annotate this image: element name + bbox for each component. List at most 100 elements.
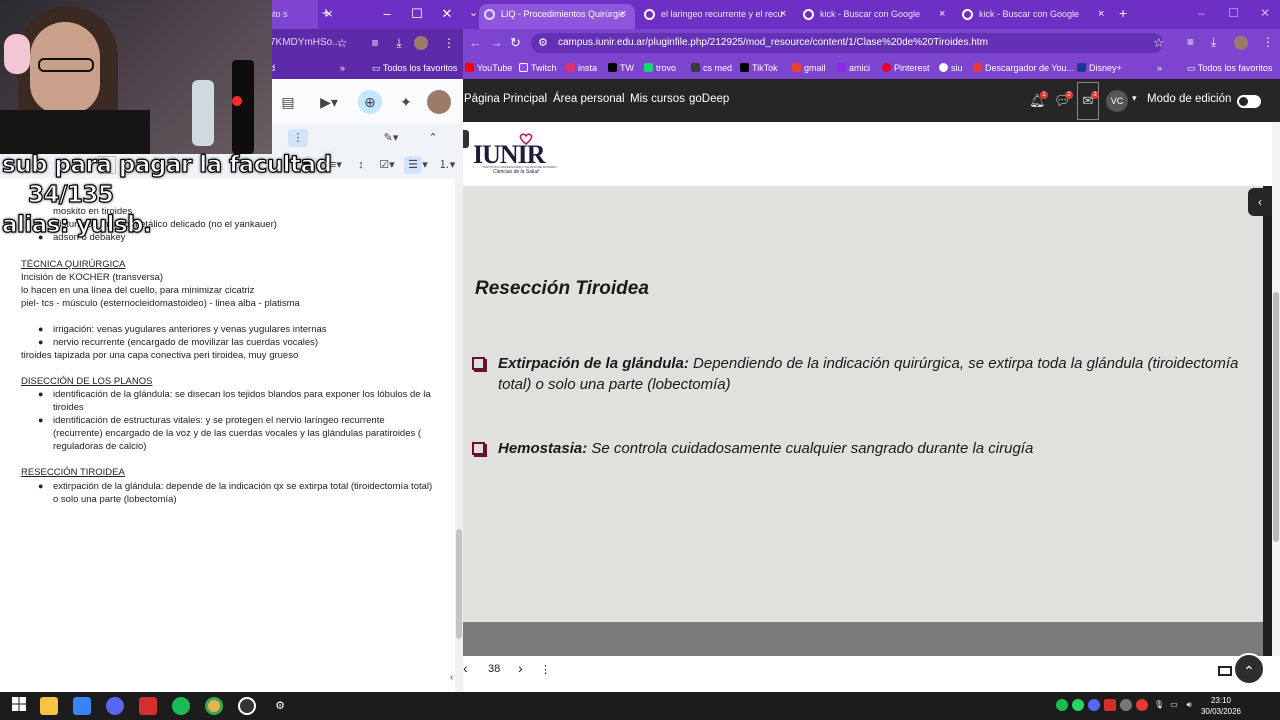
close-window-icon[interactable]: ✕ [432, 0, 462, 29]
obs-icon[interactable] [238, 697, 256, 715]
bookmark-insta[interactable]: insta [566, 60, 597, 76]
site-info-icon[interactable]: ⚙ [538, 36, 548, 49]
new-tab-icon[interactable]: + [311, 0, 341, 29]
tray-discord-icon[interactable] [1088, 699, 1100, 711]
numbered-list-icon[interactable]: ⒈▾ [434, 156, 460, 174]
url-text[interactable]: campus.iunir.edu.ar/pluginfile.php/21292… [558, 34, 988, 52]
tab-close-icon[interactable]: × [1098, 4, 1104, 25]
bookmark-tiktok[interactable]: TikTok [740, 60, 778, 76]
bookmark-twitch[interactable]: Twitch [519, 60, 557, 76]
prev-page-icon[interactable]: ‹ [463, 660, 468, 676]
bookmarks-chevron-icon[interactable]: » [1157, 60, 1162, 76]
bookmark-pinterest[interactable]: Pinterest [882, 60, 930, 76]
discord-icon[interactable] [106, 697, 124, 715]
nav-courses-link[interactable]: Mis cursos [630, 93, 685, 105]
fullscreen-icon[interactable] [1218, 666, 1232, 676]
windows-start-icon[interactable] [10, 697, 28, 715]
account-avatar[interactable] [427, 90, 451, 114]
tab-close-icon[interactable]: × [620, 4, 626, 25]
bookmark-amici[interactable]: amici [837, 60, 870, 76]
page-scrollbar[interactable] [1272, 122, 1280, 656]
bookmark-downloader[interactable]: Descargador de You... [973, 60, 1074, 76]
bookmark-disney[interactable]: Disney+ [1077, 60, 1122, 76]
minimize-icon[interactable]: – [1198, 6, 1205, 20]
file-explorer-icon[interactable] [40, 697, 58, 715]
tab[interactable]: kick - Buscar con Google × [957, 4, 1113, 29]
comments-icon[interactable]: ▤ [276, 90, 300, 114]
more-options-icon[interactable]: ⋮ [288, 129, 308, 147]
next-page-icon[interactable]: › [518, 660, 523, 676]
chrome-icon[interactable] [205, 697, 223, 715]
bookmark-tw[interactable]: TW [608, 60, 634, 76]
tray-obs-icon[interactable] [1120, 699, 1132, 711]
media-icon[interactable]: ≡ [366, 34, 384, 52]
line-spacing-icon[interactable]: ↕ [352, 156, 370, 174]
tray-app-icon[interactable] [1104, 699, 1116, 711]
tray-network-icon[interactable]: ▭ [1168, 699, 1180, 711]
maximize-icon[interactable]: ☐ [402, 0, 432, 29]
nav-home-link[interactable]: Página Principal [464, 93, 547, 105]
nav-personal-link[interactable]: Área personal [553, 93, 625, 105]
bookmark-star-icon[interactable]: ☆ [333, 34, 351, 52]
tab-close-icon[interactable]: × [939, 4, 945, 25]
user-avatar[interactable]: VC [1106, 90, 1128, 112]
bookmarks-folder[interactable]: ▭ Todos los favoritos [372, 60, 457, 76]
page-number[interactable]: 38 [488, 663, 500, 675]
tray-volume-icon[interactable]: 🔊︎ [1183, 699, 1195, 711]
close-window-icon[interactable]: ✕ [1260, 6, 1270, 20]
menu-kebab-icon[interactable]: ⋮ [440, 34, 458, 52]
tray-spotify-icon[interactable] [1056, 699, 1068, 711]
tray-record-icon[interactable] [1136, 699, 1148, 711]
bookmark-trovo[interactable]: trovo [644, 60, 676, 76]
media-icon[interactable]: ≡ [1187, 35, 1194, 49]
bookmark-youtube[interactable]: YouTube [465, 60, 512, 76]
left-url-text[interactable]: 7KMDYmHSo... [270, 34, 341, 52]
edit-mode-toggle[interactable] [1237, 95, 1261, 108]
app-icon[interactable] [139, 697, 157, 715]
docs-scroll-thumb[interactable] [456, 529, 462, 639]
collapse-panel-icon[interactable]: ‹ [450, 672, 453, 683]
spotify-icon[interactable] [172, 697, 190, 715]
edit-mode-icon[interactable]: ✎▾ [378, 129, 404, 147]
tab-active[interactable]: LIQ - Procedimientos Quirúrgic × [479, 4, 635, 29]
bullet-dropdown-icon[interactable]: ▾ [420, 156, 430, 174]
collapse-menu-icon[interactable]: ⌃ [424, 129, 442, 147]
menu-kebab-icon[interactable]: ⋮ [1262, 35, 1274, 49]
reload-icon[interactable]: ↻ [510, 35, 521, 51]
checklist-icon[interactable]: ☑▾ [374, 156, 400, 174]
user-menu-chevron-icon[interactable]: ▾ [1132, 93, 1137, 104]
bookmark-siu[interactable]: siu [939, 60, 963, 76]
minimize-icon[interactable]: – [372, 0, 402, 29]
back-icon[interactable]: ← [469, 35, 482, 50]
maximize-icon[interactable]: ☐ [1228, 6, 1239, 20]
tray-whatsapp-icon[interactable] [1072, 699, 1084, 711]
bookmark-star-icon[interactable]: ☆ [1153, 35, 1165, 51]
docs-document[interactable]: moskito en tiroides ● Bisturí con mango … [0, 179, 455, 692]
profile-avatar-icon[interactable] [414, 36, 428, 50]
new-tab-icon[interactable]: + [1119, 5, 1127, 21]
bookmarks-chevron-icon[interactable]: » [340, 60, 345, 76]
page-scroll-thumb[interactable] [1273, 292, 1279, 542]
docs-scrollbar[interactable] [455, 179, 463, 692]
pager-menu-icon[interactable]: ⋮ [540, 663, 551, 676]
taskbar-clock[interactable]: 23:10 30/03/2026 [1196, 695, 1246, 717]
tab-close-icon[interactable]: × [780, 4, 786, 25]
gemini-icon[interactable]: ✦ [394, 90, 418, 114]
scroll-to-top-icon[interactable]: ⌃ [1233, 653, 1265, 685]
tab[interactable]: kick - Buscar con Google × [798, 4, 954, 29]
download-icon[interactable]: ⤓ [390, 34, 408, 52]
profile-avatar-icon[interactable] [1234, 36, 1248, 50]
tab-search-icon[interactable]: ⌄ [469, 6, 478, 19]
download-icon[interactable]: ⤓ [1211, 35, 1216, 50]
meet-icon[interactable]: ▶▾ [312, 90, 346, 114]
store-icon[interactable] [73, 697, 91, 715]
bookmark-csmed[interactable]: cs med [691, 60, 732, 76]
forward-icon[interactable]: → [490, 35, 503, 50]
nav-godeep-link[interactable]: goDeep [689, 93, 729, 105]
bookmarks-folder[interactable]: ▭ Todos los favoritos [1187, 60, 1272, 76]
settings-gear-icon[interactable]: ⚙ [271, 697, 289, 715]
bookmark-gmail[interactable]: gmail [792, 60, 826, 76]
tab[interactable]: el laringeo recurrente y el recu × [639, 4, 795, 29]
drawer-toggle-icon[interactable]: ‹ [1248, 188, 1272, 216]
share-icon[interactable]: ⊕ [358, 90, 382, 114]
